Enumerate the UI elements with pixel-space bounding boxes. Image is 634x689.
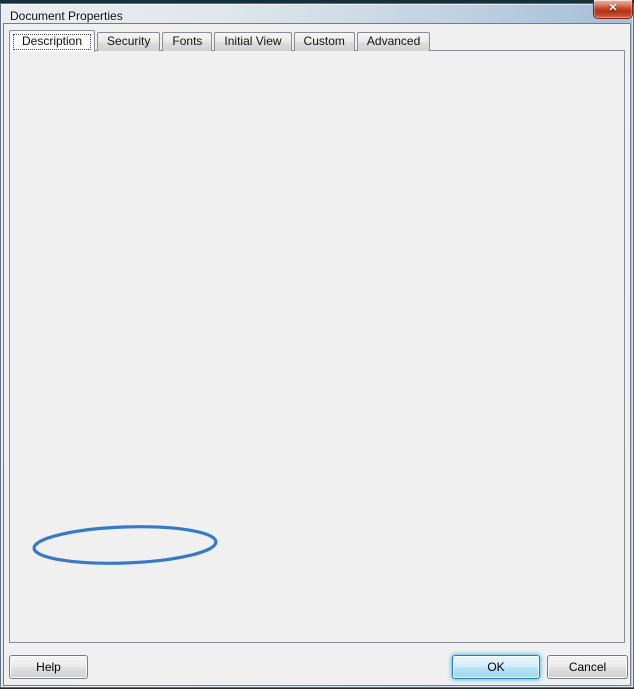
tab-description[interactable]: Description [9, 30, 96, 52]
close-icon: ✕ [608, 2, 618, 14]
ok-button[interactable]: OK [452, 655, 540, 679]
tab-advanced[interactable]: Advanced [356, 32, 431, 51]
screenshot-root: Document Properties ✕ Description Securi… [0, 0, 634, 689]
tab-panel [9, 50, 625, 643]
tab-security[interactable]: Security [97, 32, 161, 51]
dialog-client-area: Description Security Fonts Initial View … [3, 23, 631, 686]
tab-initial-view[interactable]: Initial View [214, 32, 292, 51]
tab-strip: Description Security Fonts Initial View … [9, 29, 432, 52]
close-button[interactable]: ✕ [593, 0, 633, 19]
cancel-button[interactable]: Cancel [547, 655, 628, 679]
tab-fonts[interactable]: Fonts [162, 32, 213, 51]
help-button[interactable]: Help [9, 655, 88, 679]
tab-custom[interactable]: Custom [293, 32, 355, 51]
